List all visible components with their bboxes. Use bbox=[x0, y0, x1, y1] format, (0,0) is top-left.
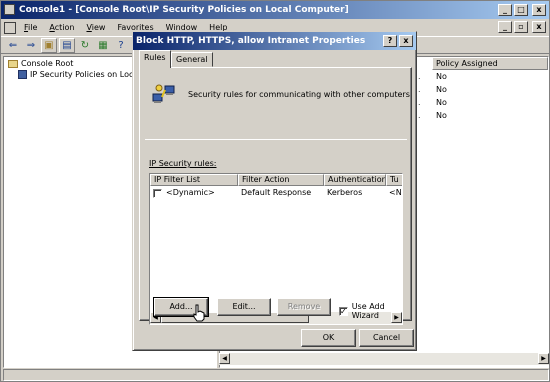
rules-description: Security rules for communicating with ot… bbox=[188, 90, 410, 99]
list-item[interactable]: . No bbox=[418, 98, 447, 107]
back-arrow-icon[interactable]: ⇐ bbox=[5, 38, 21, 53]
ok-button[interactable]: OK bbox=[301, 329, 356, 347]
tree-item-ip-security-policies[interactable]: IP Security Policies on Local C bbox=[18, 70, 149, 79]
scroll-right-arrow-icon[interactable]: ▶ bbox=[538, 353, 549, 364]
export-list-icon[interactable]: ▦ bbox=[95, 38, 111, 53]
console-titlebar[interactable]: Console1 - [Console Root\IP Security Pol… bbox=[1, 1, 549, 19]
tree-item-console-root[interactable]: Console Root bbox=[8, 59, 73, 68]
use-add-wizard-label: Use Add Wizard bbox=[351, 302, 385, 320]
scroll-left-arrow-icon[interactable]: ◀ bbox=[219, 353, 230, 364]
list-item[interactable]: . No bbox=[418, 72, 447, 81]
cancel-button[interactable]: Cancel bbox=[359, 329, 414, 347]
console-app-icon bbox=[4, 4, 15, 15]
menu-file[interactable]: File bbox=[18, 23, 43, 32]
tree-root-label: Console Root bbox=[21, 59, 74, 68]
status-bar bbox=[3, 369, 549, 381]
edit-button[interactable]: Edit... bbox=[217, 298, 271, 316]
tab-rules[interactable]: Rules bbox=[139, 50, 171, 68]
ip-security-rules-label: IP Security rules: bbox=[149, 159, 217, 168]
tree-child-label: IP Security Policies on Local C bbox=[30, 70, 149, 79]
close-button[interactable]: x bbox=[532, 4, 546, 16]
details-horizontal-scrollbar[interactable]: ◀ ▶ bbox=[219, 353, 549, 365]
use-add-wizard-checkbox[interactable]: ✓ bbox=[339, 306, 348, 316]
console-title: Console1 - [Console Root\IP Security Pol… bbox=[19, 5, 349, 15]
console-menu-icon[interactable] bbox=[4, 21, 16, 34]
minimize-button[interactable]: _ bbox=[498, 4, 512, 16]
list-item[interactable]: . No bbox=[418, 111, 447, 120]
properties-dialog: Block HTTP, HTTPS, allow Intranet Proper… bbox=[132, 31, 417, 351]
dialog-close-button[interactable]: x bbox=[399, 35, 413, 47]
help-icon[interactable]: ? bbox=[113, 38, 129, 53]
rule-active-checkbox[interactable] bbox=[153, 189, 162, 198]
use-add-wizard-option[interactable]: ✓ Use Add Wizard bbox=[339, 302, 411, 320]
list-item[interactable]: . No bbox=[418, 85, 447, 94]
remove-button[interactable]: Remove bbox=[277, 298, 331, 316]
cell-authentication: Kerberos bbox=[327, 188, 363, 197]
rules-tab-page: Security rules for communicating with ot… bbox=[139, 67, 412, 325]
refresh-icon[interactable]: ↻ bbox=[77, 38, 93, 53]
column-authentication[interactable]: Authentication... bbox=[324, 174, 386, 186]
column-ip-filter-list[interactable]: IP Filter List bbox=[150, 174, 238, 186]
child-close-button[interactable]: x bbox=[532, 21, 546, 33]
menu-action[interactable]: Action bbox=[43, 23, 80, 32]
folder-icon bbox=[8, 59, 18, 68]
dialog-help-button[interactable]: ? bbox=[383, 35, 397, 47]
cell-tunnel: <N bbox=[389, 188, 402, 197]
child-restore-button[interactable]: ▫ bbox=[514, 21, 528, 33]
separator bbox=[145, 139, 407, 140]
column-filter-action[interactable]: Filter Action bbox=[238, 174, 324, 186]
cell-filter-list: <Dynamic> bbox=[166, 188, 215, 197]
network-computers-icon bbox=[152, 84, 175, 103]
maximize-button[interactable]: □ bbox=[514, 4, 528, 16]
up-folder-icon[interactable]: ▣ bbox=[41, 37, 57, 53]
mouse-pointer-hand-icon bbox=[193, 304, 205, 322]
show-tree-icon[interactable]: ▤ bbox=[59, 37, 75, 53]
forward-arrow-icon[interactable]: ⇒ bbox=[23, 38, 39, 53]
dialog-titlebar[interactable]: Block HTTP, HTTPS, allow Intranet Proper… bbox=[133, 32, 416, 50]
column-tunnel[interactable]: Tu bbox=[386, 174, 402, 186]
ipsec-policy-icon bbox=[18, 70, 27, 79]
child-minimize-button[interactable]: _ bbox=[498, 21, 512, 33]
column-header-policy-assigned[interactable]: Policy Assigned bbox=[432, 57, 548, 70]
tab-general[interactable]: General bbox=[171, 52, 213, 67]
dialog-title: Block HTTP, HTTPS, allow Intranet Proper… bbox=[136, 36, 366, 46]
cell-filter-action: Default Response bbox=[241, 188, 312, 197]
menu-view[interactable]: View bbox=[80, 23, 111, 32]
